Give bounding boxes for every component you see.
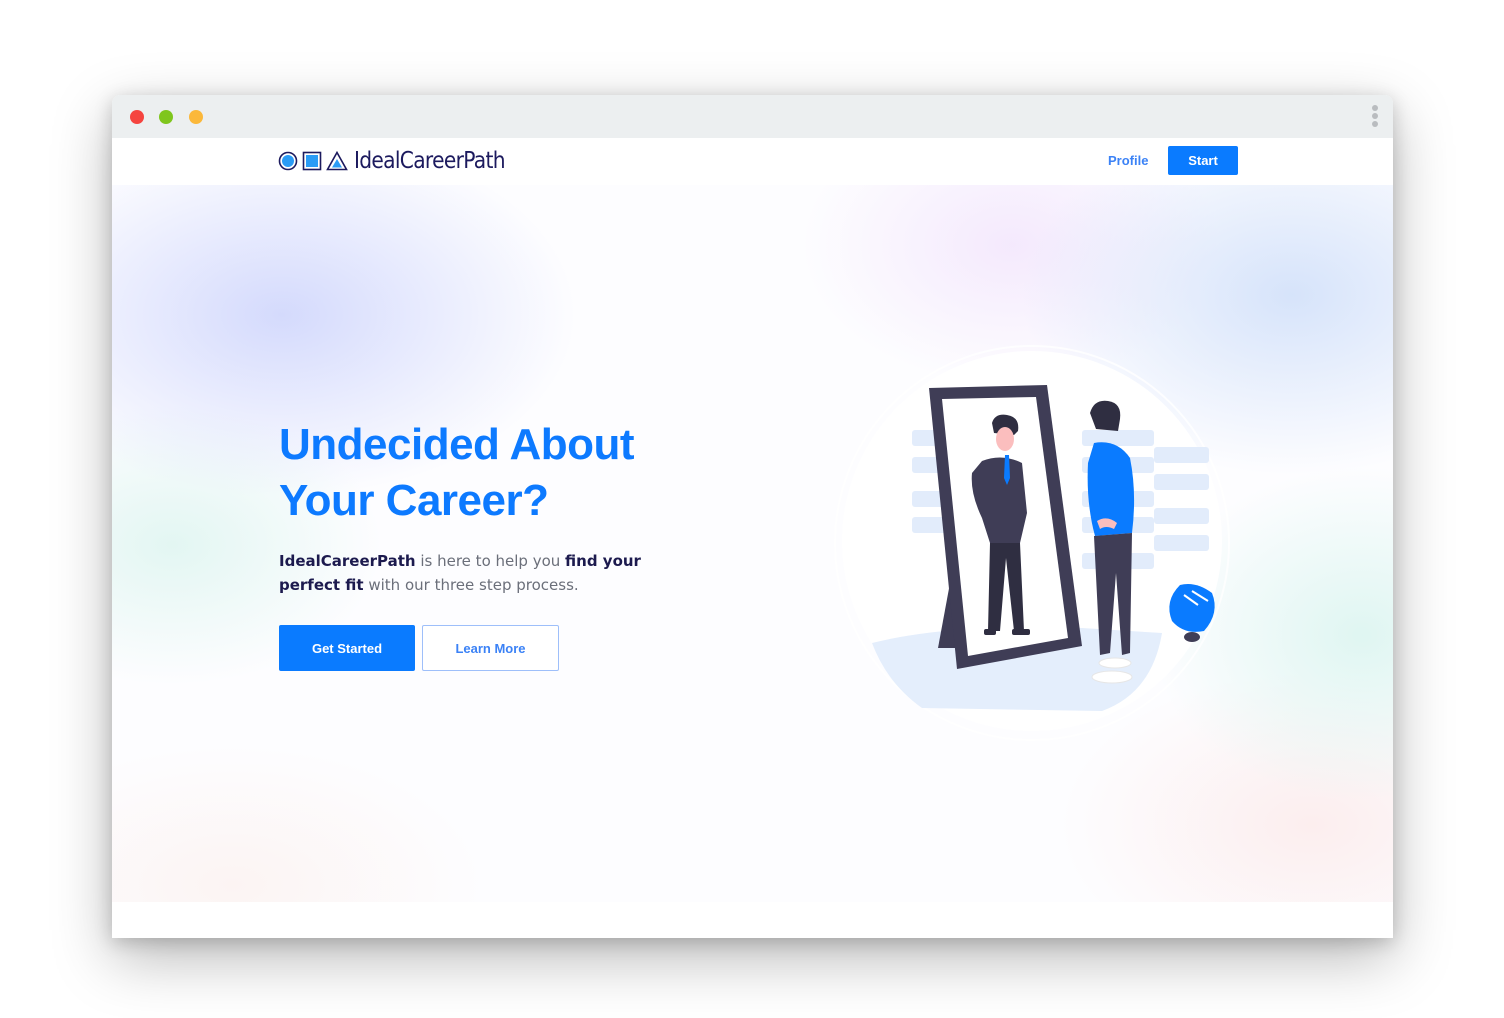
hero-title: Undecided About Your Career? bbox=[279, 417, 699, 529]
triangle-icon bbox=[326, 151, 348, 171]
hero-description: IdealCareerPath is here to help you find… bbox=[279, 549, 679, 597]
square-icon bbox=[302, 151, 322, 171]
logo-shapes bbox=[278, 151, 348, 171]
maximize-window-button[interactable] bbox=[189, 110, 203, 124]
circle-icon bbox=[278, 151, 298, 171]
logo[interactable]: IdealCareerPath bbox=[278, 147, 525, 175]
get-started-button[interactable]: Get Started bbox=[279, 625, 415, 671]
learn-more-button[interactable]: Learn More bbox=[422, 625, 559, 671]
hero-title-line1: Undecided About bbox=[279, 420, 635, 469]
window-titlebar bbox=[112, 95, 1393, 138]
brand-name: IdealCareerPath bbox=[279, 552, 416, 570]
footer-strip bbox=[112, 902, 1393, 938]
description-part1: is here to help you bbox=[415, 552, 566, 570]
hero-section: Undecided About Your Career? IdealCareer… bbox=[112, 185, 1393, 902]
person-looking-in-mirror-illustration bbox=[834, 345, 1230, 741]
navbar: IdealCareerPath Profile Start bbox=[112, 138, 1393, 185]
minimize-window-button[interactable] bbox=[159, 110, 173, 124]
description-part2: with our three step process. bbox=[363, 576, 579, 594]
start-button[interactable]: Start bbox=[1168, 146, 1238, 175]
profile-link[interactable]: Profile bbox=[1108, 153, 1148, 168]
close-window-button[interactable] bbox=[130, 110, 144, 124]
kebab-menu-icon[interactable] bbox=[1371, 105, 1379, 131]
logo-text: IdealCareerPath bbox=[354, 148, 506, 174]
hero-title-line2: Your Career? bbox=[279, 476, 549, 525]
browser-window: IdealCareerPath Profile Start Undecided … bbox=[112, 95, 1393, 938]
